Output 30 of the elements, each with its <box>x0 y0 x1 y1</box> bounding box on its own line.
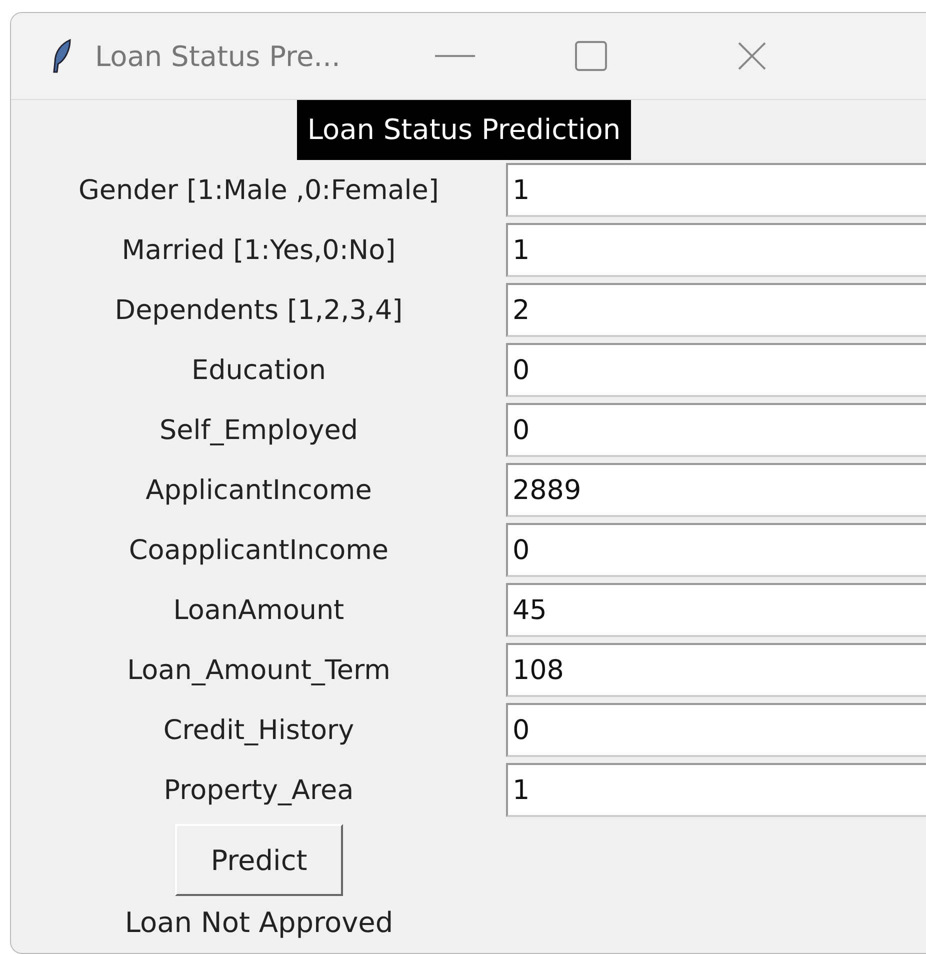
app-heading: Loan Status Prediction <box>297 100 631 160</box>
input-field[interactable]: 0 <box>506 343 926 397</box>
feather-icon <box>51 38 73 74</box>
input-field[interactable]: 0 <box>506 523 926 577</box>
field-label: Self_Employed <box>158 414 359 446</box>
input-field[interactable]: 0 <box>506 703 926 757</box>
window-title: Loan Status Pre... <box>95 40 342 72</box>
field-label: Dependents [1,2,3,4] <box>114 294 404 326</box>
maximize-icon[interactable] <box>575 41 607 71</box>
input-field[interactable]: 2 <box>506 283 926 337</box>
field-label: Education <box>190 354 327 386</box>
field-label: Credit_History <box>162 714 356 746</box>
minimize-icon[interactable] <box>435 54 475 58</box>
field-label: Property_Area <box>162 774 355 806</box>
input-field[interactable]: 0 <box>506 403 926 457</box>
input-field[interactable]: 45 <box>506 583 926 637</box>
field-label: ApplicantIncome <box>144 474 373 506</box>
predict-button[interactable]: Predict <box>175 824 343 896</box>
input-field[interactable]: 108 <box>506 643 926 697</box>
result-text: Loan Not Approved <box>124 906 394 939</box>
input-field[interactable]: 2889 <box>506 463 926 517</box>
field-label: Married [1:Yes,0:No] <box>120 234 397 266</box>
field-label: Loan_Amount_Term <box>126 654 392 686</box>
input-field[interactable]: 1 <box>506 163 926 217</box>
close-icon[interactable] <box>737 41 767 71</box>
input-field[interactable]: 1 <box>506 763 926 817</box>
input-field[interactable]: 1 <box>506 223 926 277</box>
field-label: Gender [1:Male ,0:Female] <box>78 174 440 206</box>
field-label: CoapplicantIncome <box>128 534 390 566</box>
field-label: LoanAmount <box>172 594 346 626</box>
